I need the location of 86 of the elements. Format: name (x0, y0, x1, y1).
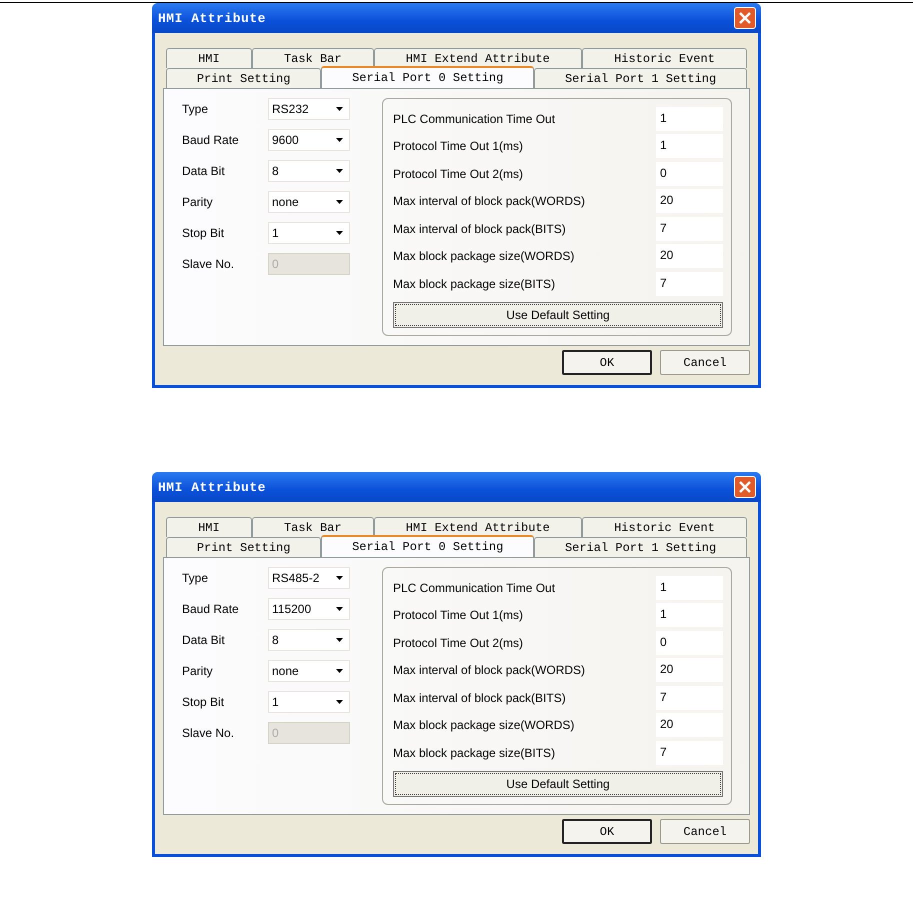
dropdown[interactable]: RS232 (268, 98, 350, 120)
tab[interactable]: Serial Port 0 Setting (321, 535, 534, 557)
input-field[interactable]: 1 (656, 576, 723, 600)
field-label: PLC Communication Time Out (393, 112, 556, 126)
field-label: Max block package size(BITS) (393, 746, 556, 760)
input-field[interactable]: 7 (656, 740, 723, 765)
input-field[interactable]: 20 (656, 244, 723, 268)
dropdown[interactable]: none (268, 191, 350, 213)
field-label: Max interval of block pack(BITS) (393, 222, 566, 236)
input-field[interactable]: 1 (656, 106, 723, 131)
close-icon (739, 12, 751, 24)
tab[interactable]: Task Bar (252, 48, 374, 68)
dropdown[interactable]: 8 (268, 629, 350, 651)
field-label: Type (182, 571, 210, 585)
field-label: Stop Bit (182, 226, 226, 240)
input-field[interactable]: 1 (656, 603, 723, 628)
caret-icon (336, 607, 343, 611)
field-label: Max interval of block pack(WORDS) (393, 194, 586, 208)
input-field[interactable]: 0 (656, 630, 723, 655)
close-button[interactable] (734, 7, 756, 29)
dialog-button[interactable]: Cancel (660, 819, 750, 844)
dropdown[interactable]: 9600 (268, 129, 350, 151)
field-label: Data Bit (182, 164, 226, 178)
tab[interactable]: Historic Event (582, 517, 748, 537)
input-field[interactable]: 0 (656, 162, 723, 186)
tab[interactable]: Print Setting (166, 537, 322, 557)
tab[interactable]: HMI (166, 48, 252, 68)
field-label: Data Bit (182, 633, 226, 647)
tab[interactable]: Print Setting (166, 68, 322, 88)
caret-icon (336, 231, 343, 235)
field-label: Max block package size(BITS) (393, 276, 556, 291)
field-label: Stop Bit (182, 695, 226, 709)
caret-icon (336, 669, 343, 673)
field-label: Protocol Time Out 1(ms) (393, 608, 524, 622)
field-label: Protocol Time Out 1(ms) (393, 139, 524, 154)
caret-icon (336, 638, 343, 642)
input-field[interactable]: 20 (656, 189, 723, 214)
field-label: Protocol Time Out 2(ms) (393, 636, 524, 650)
dialog-button[interactable]: OK (562, 350, 652, 375)
dropdown[interactable]: none (268, 660, 350, 682)
tab[interactable]: Serial Port 1 Setting (534, 68, 748, 88)
dropdown[interactable]: 8 (268, 160, 350, 182)
dropdown[interactable]: 1 (268, 691, 350, 713)
input-field[interactable]: 7 (656, 686, 723, 710)
field-label: Max interval of block pack(BITS) (393, 690, 566, 705)
field-label: Parity (182, 195, 214, 209)
tab[interactable]: HMI Extend Attribute (374, 48, 582, 68)
field-label: PLC Communication Time Out (393, 580, 556, 595)
field-label: Slave No. (182, 726, 236, 740)
field-label: Slave No. (182, 257, 236, 271)
caret-icon (336, 576, 343, 580)
close-icon (739, 481, 751, 493)
window-title: HMI Attribute (158, 480, 266, 494)
field-label: Max interval of block pack(WORDS) (393, 663, 586, 678)
default-setting-button[interactable]: Use Default Setting (393, 770, 723, 796)
input-field[interactable]: 20 (656, 658, 723, 682)
tab[interactable]: HMI (166, 517, 252, 537)
input-field[interactable]: 1 (656, 134, 723, 158)
dialog-button[interactable]: Cancel (660, 350, 750, 375)
tab[interactable]: Historic Event (582, 48, 748, 68)
field-label: Type (182, 102, 210, 116)
caret-icon (336, 138, 343, 142)
caret-icon (336, 200, 343, 204)
dropdown[interactable]: 1 (268, 222, 350, 244)
dialog-button[interactable]: OK (562, 819, 652, 844)
tab[interactable]: Task Bar (252, 517, 374, 537)
window-title: HMI Attribute (158, 10, 266, 26)
field-label: Max block package size(WORDS) (393, 718, 574, 732)
field-label: Protocol Time Out 2(ms) (393, 166, 524, 181)
caret-icon (336, 169, 343, 173)
dropdown[interactable]: 115200 (268, 598, 350, 620)
field-label: Parity (182, 664, 214, 678)
caret-icon (336, 107, 343, 111)
tab[interactable]: HMI Extend Attribute (374, 517, 582, 537)
caret-icon (336, 700, 343, 704)
input-field[interactable]: 20 (656, 713, 723, 738)
field-label: Baud Rate (182, 133, 240, 147)
input-field[interactable]: 7 (656, 272, 723, 296)
tab[interactable]: Serial Port 1 Setting (534, 537, 748, 557)
field-label: Baud Rate (182, 602, 240, 616)
dropdown[interactable]: RS485-2 (268, 567, 350, 589)
close-button[interactable] (734, 476, 756, 498)
tab[interactable]: Serial Port 0 Setting (321, 66, 534, 88)
default-setting-button[interactable]: Use Default Setting (393, 302, 723, 328)
field-label: Max block package size(WORDS) (393, 249, 574, 264)
input-field[interactable]: 7 (656, 216, 723, 241)
